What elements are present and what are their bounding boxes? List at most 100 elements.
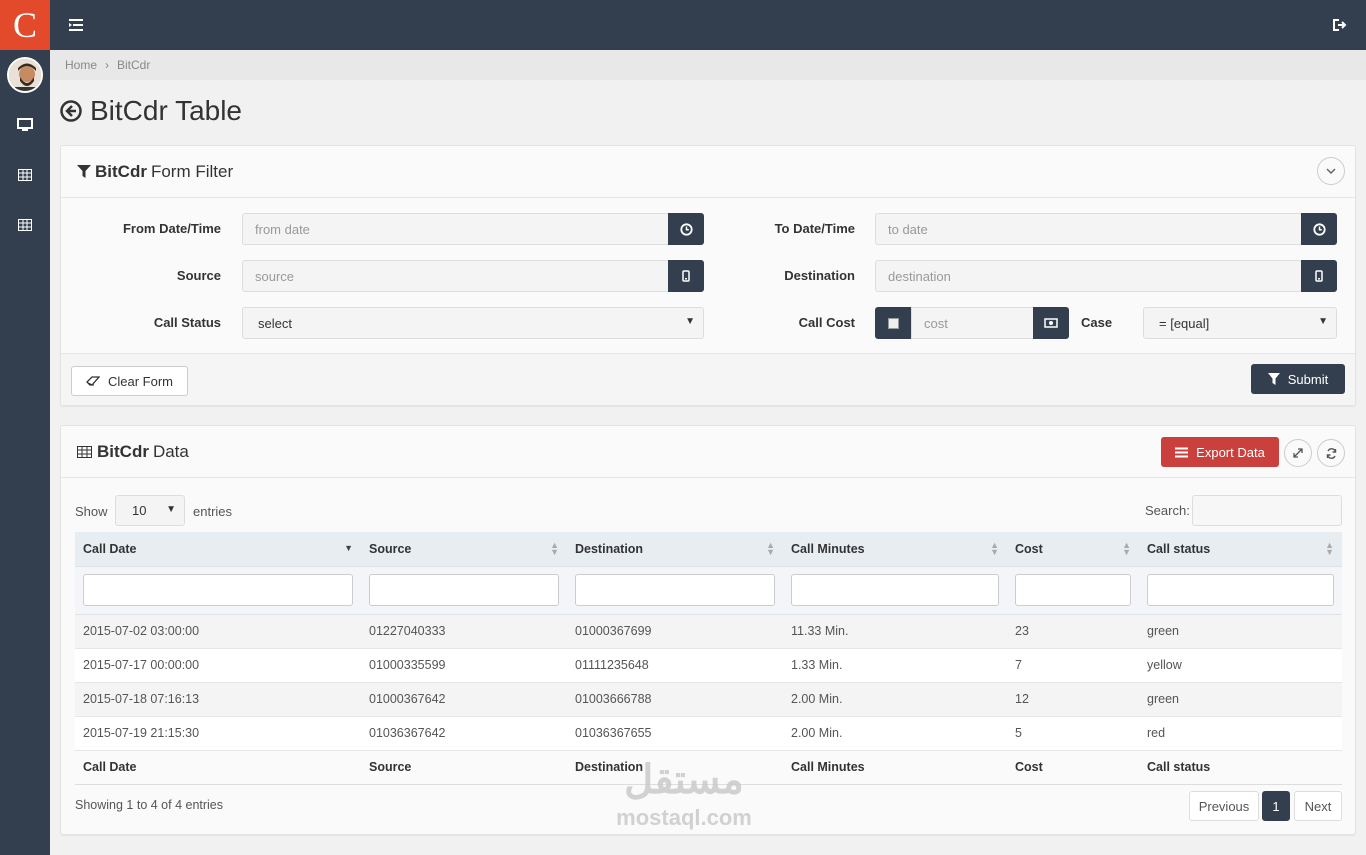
column-filter-input[interactable] bbox=[575, 574, 775, 606]
table-cell: yellow bbox=[1139, 648, 1342, 683]
column-filter-input[interactable] bbox=[1147, 574, 1334, 606]
destination-phone-button[interactable] bbox=[1301, 260, 1337, 292]
call-cost-checkbox-addon[interactable] bbox=[875, 307, 911, 339]
case-value: = [equal] bbox=[1159, 315, 1210, 331]
data-title-bold: BitCdr bbox=[97, 441, 149, 461]
table-cell: 7 bbox=[1007, 648, 1139, 683]
table-cell: 2015-07-02 03:00:00 bbox=[75, 614, 361, 649]
logout-icon bbox=[1333, 19, 1347, 31]
column-header-label: Call Minutes bbox=[791, 541, 865, 556]
source-input[interactable]: source bbox=[242, 260, 669, 292]
table-row[interactable]: 2015-07-19 21:15:30 01036367642 01036367… bbox=[75, 716, 1342, 751]
breadcrumb-separator: › bbox=[105, 58, 110, 72]
sidebar-item-table-1[interactable] bbox=[0, 160, 50, 190]
submit-button[interactable]: Submit bbox=[1251, 364, 1345, 394]
sort-desc-icon: ▼ bbox=[344, 543, 353, 553]
refresh-icon bbox=[1326, 447, 1336, 459]
page-title: BitCdr Table bbox=[60, 92, 242, 130]
call-status-value: select bbox=[258, 315, 292, 331]
table-cell: 2.00 Min. bbox=[783, 716, 1007, 751]
from-date-clock-button[interactable] bbox=[668, 213, 704, 245]
table-cell: 01000367699 bbox=[567, 614, 783, 649]
search-input[interactable] bbox=[1192, 495, 1342, 526]
call-status-label: Call Status bbox=[153, 315, 221, 330]
call-cost-checkbox[interactable] bbox=[887, 317, 899, 329]
column-header[interactable]: Call status ▲ ▼ bbox=[1139, 532, 1342, 567]
sort-icon: ▲ ▼ bbox=[550, 540, 559, 557]
column-filter-input[interactable] bbox=[791, 574, 999, 606]
sidebar-item-table-2[interactable] bbox=[0, 210, 50, 240]
column-filter-input[interactable] bbox=[83, 574, 353, 606]
export-data-button[interactable]: Export Data bbox=[1161, 437, 1279, 467]
footer-cell: Call Date bbox=[75, 750, 361, 785]
table-row[interactable]: 2015-07-02 03:00:00 01227040333 01000367… bbox=[75, 614, 1342, 649]
logout-button[interactable] bbox=[1330, 15, 1350, 35]
select-arrow-icon: ▼ bbox=[166, 504, 176, 515]
call-cost-input[interactable]: cost bbox=[911, 307, 1034, 339]
back-circle-icon[interactable] bbox=[60, 100, 82, 122]
to-date-clock-button[interactable] bbox=[1301, 213, 1337, 245]
column-filter-input[interactable] bbox=[369, 574, 559, 606]
filter-title-bold: BitCdr bbox=[95, 161, 147, 181]
table-cell: 12 bbox=[1007, 682, 1139, 717]
refresh-button[interactable] bbox=[1317, 439, 1345, 467]
brand-logo[interactable]: C bbox=[0, 0, 50, 50]
menu-toggle-button[interactable] bbox=[66, 15, 86, 35]
expand-button[interactable] bbox=[1284, 439, 1312, 467]
table-cell: 01000367642 bbox=[361, 682, 567, 717]
breadcrumb: Home › BitCdr bbox=[50, 50, 1366, 80]
table-row[interactable]: 2015-07-17 00:00:00 01000335599 01111235… bbox=[75, 648, 1342, 683]
pagination-next-label: Next bbox=[1304, 798, 1332, 814]
sidebar-item-desktop[interactable] bbox=[0, 110, 50, 140]
filter-panel-footer: Clear Form Submit bbox=[61, 353, 1355, 405]
column-header[interactable]: Call Date ▼ bbox=[75, 532, 361, 567]
table-cell: 01000335599 bbox=[361, 648, 567, 683]
entries-select[interactable]: 10 ▼ bbox=[115, 495, 185, 526]
entries-label: entries bbox=[193, 504, 233, 519]
table-icon bbox=[77, 445, 92, 458]
collapse-button[interactable] bbox=[1317, 157, 1345, 185]
table-cell: green bbox=[1139, 682, 1342, 717]
to-date-input[interactable]: to date bbox=[875, 213, 1302, 245]
export-data-label: Export Data bbox=[1196, 444, 1265, 460]
from-date-input[interactable]: from date bbox=[242, 213, 669, 245]
clear-form-button[interactable]: Clear Form bbox=[71, 366, 188, 396]
footer-cell: Call Minutes bbox=[783, 750, 1007, 785]
column-header[interactable]: Source ▲ ▼ bbox=[361, 532, 567, 567]
filter-title-rest: Form Filter bbox=[150, 161, 234, 181]
pagination-page-1[interactable]: 1 bbox=[1262, 791, 1290, 821]
pagination-previous[interactable]: Previous bbox=[1189, 791, 1259, 821]
column-header[interactable]: Cost ▲ ▼ bbox=[1007, 532, 1139, 567]
table-icon bbox=[18, 169, 32, 181]
avatar[interactable] bbox=[7, 57, 43, 93]
column-filter-input[interactable] bbox=[1015, 574, 1131, 606]
mobile-phone-icon bbox=[1315, 270, 1323, 282]
call-cost-money-button[interactable] bbox=[1033, 307, 1069, 339]
table-cell: red bbox=[1139, 716, 1342, 751]
case-select[interactable]: = [equal] ▼ bbox=[1143, 307, 1337, 339]
table-cell: 01227040333 bbox=[361, 614, 567, 649]
call-cost-label: Call Cost bbox=[798, 315, 855, 330]
column-header-label: Call status bbox=[1147, 541, 1211, 556]
brand-letter: C bbox=[12, 5, 37, 45]
column-header[interactable]: Call Minutes ▲ ▼ bbox=[783, 532, 1007, 567]
pagination-next[interactable]: Next bbox=[1294, 791, 1342, 821]
case-label: Case bbox=[1081, 315, 1113, 330]
column-header[interactable]: Destination ▲ ▼ bbox=[567, 532, 783, 567]
footer-cell: Source bbox=[361, 750, 567, 785]
table-row[interactable]: 2015-07-18 07:16:13 01000367642 01003666… bbox=[75, 682, 1342, 717]
source-phone-button[interactable] bbox=[668, 260, 704, 292]
bitcdr-table: Call Date ▼ Source ▲ ▼ Destination ▲ ▼ Call M… bbox=[75, 532, 1342, 785]
sidebar: C bbox=[0, 0, 50, 855]
show-label: Show bbox=[75, 504, 108, 519]
sort-icon: ▲ ▼ bbox=[1122, 540, 1131, 557]
breadcrumb-home[interactable]: Home bbox=[65, 58, 97, 72]
destination-input[interactable]: destination bbox=[875, 260, 1302, 292]
call-status-select[interactable]: select ▼ bbox=[242, 307, 704, 339]
footer-cell: Cost bbox=[1007, 750, 1139, 785]
chevron-down-icon bbox=[1326, 168, 1336, 174]
clear-form-label: Clear Form bbox=[107, 373, 173, 389]
table-header-row: Call Date ▼ Source ▲ ▼ Destination ▲ ▼ Call M… bbox=[75, 532, 1342, 567]
sort-icon: ▲ ▼ bbox=[1325, 540, 1334, 557]
select-arrow-icon: ▼ bbox=[1318, 316, 1328, 327]
